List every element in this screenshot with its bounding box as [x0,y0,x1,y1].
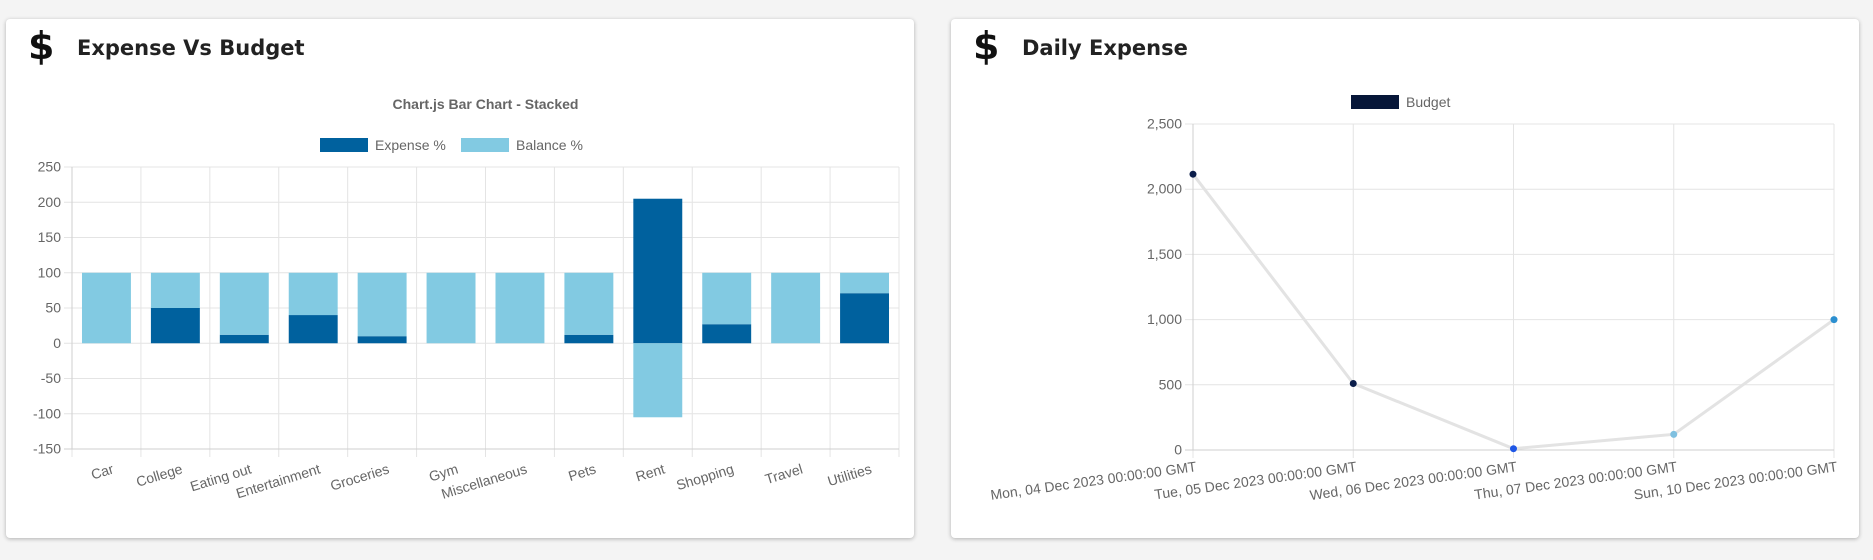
x-tick-label: Groceries [328,461,391,494]
data-point[interactable] [1189,170,1197,178]
bar-balance[interactable] [357,272,407,337]
y-tick-label: -150 [33,441,61,457]
legend-label[interactable]: Budget [1406,94,1450,110]
y-tick-label: 1,000 [1147,311,1182,327]
x-tick-label: Utilities [826,461,874,489]
x-tick-label: Pets [566,461,597,484]
bar-balance[interactable] [219,272,269,335]
daily-expense-card: $ Daily Expense Budget 0 500 1,000 1,500 2,00… [951,19,1859,538]
y-tick-label: 100 [38,264,62,280]
bar-expense[interactable] [288,315,338,344]
x-tick-label: Travel [763,461,804,488]
bar-expense[interactable] [633,198,683,344]
bar-expense[interactable] [219,334,269,344]
y-tick-label: 200 [38,194,62,210]
legend-swatch [320,138,368,152]
chart-title: Chart.js Bar Chart - Stacked [393,96,579,112]
bar-balance[interactable] [288,272,338,316]
bar-expense[interactable] [702,324,752,344]
data-point[interactable] [1670,430,1678,438]
y-tick-label: 2,500 [1147,116,1182,132]
legend-label[interactable]: Expense % [375,137,446,153]
x-tick-label: Car [89,460,116,482]
daily-expense-chart: Budget05001,0001,5002,0002,500Mon, 04 De… [989,94,1838,503]
bar-balance[interactable] [840,272,890,294]
bar-balance[interactable] [426,272,476,344]
bar-expense[interactable] [840,293,890,344]
y-tick-label: 50 [45,300,61,316]
y-tick-label: -50 [41,370,61,386]
data-point[interactable] [1349,379,1357,387]
y-tick-label: 1,500 [1147,246,1182,262]
data-point[interactable] [1830,316,1838,324]
expense-vs-budget-chart: Chart.js Bar Chart - Stacked Expense % Bal… [33,96,900,502]
bar-expense[interactable] [564,334,614,344]
bar-balance[interactable] [771,272,821,344]
x-tick-label: Rent [634,461,667,485]
y-tick-label: 0 [1174,442,1182,458]
y-tick-label: 150 [38,229,62,245]
bar-balance[interactable] [702,272,752,325]
legend-swatch [461,138,509,152]
y-tick-label: 0 [53,335,61,351]
expense-vs-budget-card: $ Expense Vs Budget Chart.js Bar Chart -… [6,19,914,538]
legend-swatch [1351,95,1399,109]
bar-balance[interactable] [564,272,614,335]
data-point[interactable] [1510,445,1517,453]
bar-expense[interactable] [357,336,407,344]
bar-balance[interactable] [81,272,131,344]
x-tick-label: Shopping [674,461,735,494]
y-tick-label: -100 [33,405,61,421]
legend-label[interactable]: Balance % [516,137,583,153]
bar-balance[interactable] [495,272,545,344]
bar-balance[interactable] [150,272,200,308]
bar-balance[interactable] [633,343,683,418]
y-tick-label: 500 [1159,376,1183,392]
x-tick-label: College [134,461,184,490]
y-tick-label: 250 [38,159,62,175]
bar-expense[interactable] [150,308,200,344]
y-tick-label: 2,000 [1147,181,1182,197]
